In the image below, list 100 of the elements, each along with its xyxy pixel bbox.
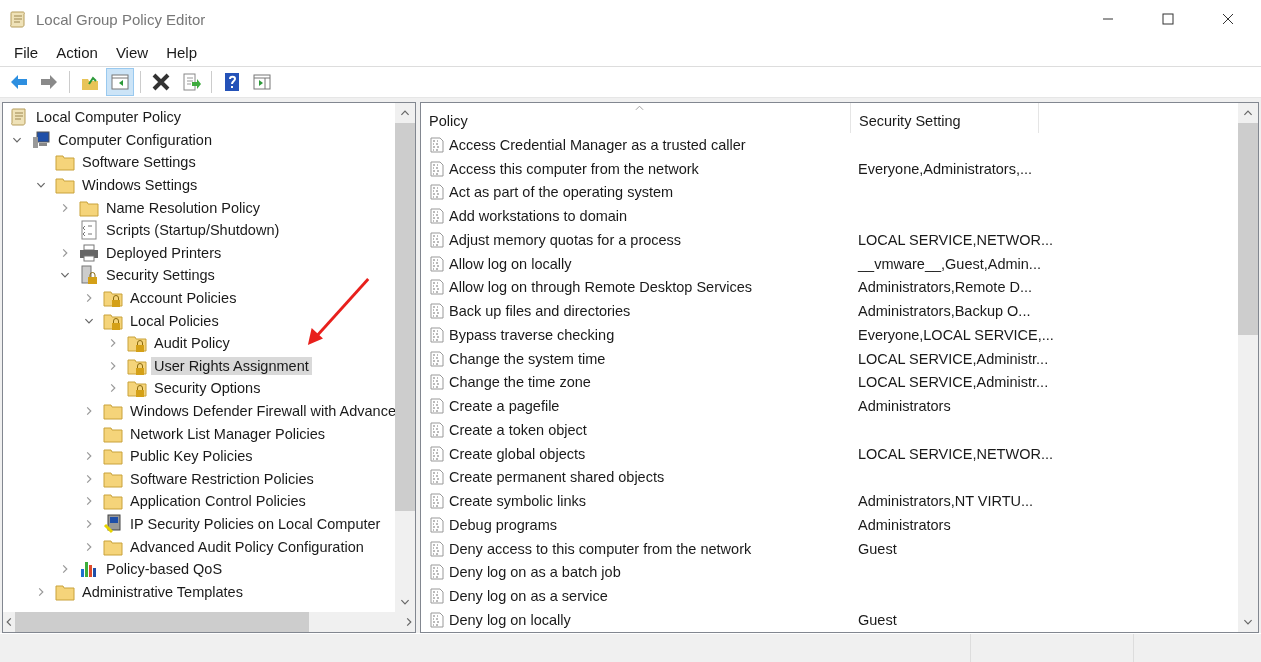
security-setting: Administrators,Backup O... (858, 303, 1031, 320)
security-setting: Guest (858, 611, 897, 628)
policy-name[interactable]: Change the time zone (449, 374, 591, 391)
menu-item[interactable]: View (106, 41, 158, 63)
tree-item[interactable]: Computer Configuration (55, 130, 215, 149)
policy-name[interactable]: Change the system time (449, 350, 606, 367)
policy-name[interactable]: Act as part of the operating system (449, 184, 674, 201)
locked-folder-icon (127, 333, 147, 354)
annotation-arrow (306, 277, 372, 347)
menu-item[interactable]: File (5, 41, 48, 63)
close-icon[interactable] (1222, 13, 1234, 25)
column-header[interactable]: Policy (421, 103, 851, 133)
policy-icon (429, 279, 445, 296)
locked-folder-icon (127, 378, 147, 399)
folder-icon (55, 175, 75, 196)
security-setting: Everyone,Administrators,... (858, 160, 1033, 177)
policy-icon (429, 540, 445, 557)
policy-icon (429, 255, 445, 272)
policy-icon (429, 564, 445, 581)
policy-icon (429, 326, 445, 343)
tree-item[interactable]: Administrative Templates (79, 582, 246, 601)
policy-name[interactable]: Deny access to this computer from the network (449, 540, 752, 557)
security-setting: LOCAL SERVICE,NETWOR... (858, 231, 1053, 248)
policy-icon (429, 350, 445, 367)
tree-item[interactable]: Application Control Policies (127, 492, 309, 511)
security-setting: Administrators,NT VIRTU... (858, 493, 1034, 510)
policy-name[interactable]: Access Credential Manager as a trusted caller (449, 136, 746, 153)
folder-icon (103, 401, 123, 421)
policy-name[interactable]: Deny log on locally (449, 611, 571, 628)
bar-chart-icon (79, 559, 99, 580)
policy-name[interactable]: Create a token object (449, 421, 587, 438)
policy-name[interactable]: Bypass traverse checking (449, 326, 615, 343)
policy-icon (429, 374, 445, 391)
menu-item[interactable]: Help (157, 41, 206, 63)
policy-name[interactable]: Create symbolic links (449, 493, 586, 510)
policy-icon (429, 160, 445, 177)
tree-item[interactable]: Security Options (151, 379, 264, 398)
tree-item[interactable]: Account Policies (127, 289, 240, 308)
tree-item[interactable]: Name Resolution Policy (103, 198, 263, 217)
policy-icon (429, 516, 445, 533)
tree-item[interactable]: Security Settings (103, 266, 218, 285)
tree-item[interactable]: Public Key Policies (127, 447, 256, 466)
policy-icon (429, 469, 445, 486)
tree-item[interactable]: Deployed Printers (103, 243, 225, 262)
policy-name[interactable]: Debug programs (449, 516, 557, 533)
folder-icon (103, 446, 123, 467)
policy-name[interactable]: Create a pagefile (449, 398, 560, 415)
tree-item[interactable]: Windows Settings (79, 176, 201, 195)
tree-item[interactable]: Audit Policy (151, 334, 233, 353)
computer-key-icon (103, 514, 123, 534)
policy-icon (429, 588, 445, 605)
scroll-icon (9, 107, 29, 128)
tree-item[interactable]: Local Computer Policy (33, 108, 185, 127)
security-setting: Guest (858, 540, 897, 557)
menu-item[interactable]: Action (47, 41, 107, 63)
tree-item[interactable]: Policy-based QoS (103, 560, 226, 579)
policy-icon (429, 231, 445, 248)
policy-name[interactable]: Create permanent shared objects (449, 469, 665, 486)
policy-icon (429, 303, 445, 320)
script-icon (79, 220, 99, 241)
policy-icon (429, 445, 445, 462)
column-header[interactable]: Security Setting (851, 103, 1039, 133)
policy-icon (429, 611, 445, 628)
horizontal-scrollbar[interactable] (3, 612, 415, 632)
security-setting: __vmware__,Guest,Admin... (858, 255, 1041, 272)
policy-name[interactable]: Add workstations to domain (449, 208, 628, 225)
computer-icon (31, 129, 51, 150)
server-lock-icon (79, 265, 99, 286)
window-title: Local Group Policy Editor (36, 10, 206, 28)
policy-name[interactable]: Adjust memory quotas for a process (449, 231, 682, 248)
policy-name[interactable]: Back up files and directories (449, 303, 631, 320)
vertical-scrollbar[interactable] (395, 103, 415, 612)
maximize-icon[interactable] (1162, 13, 1174, 25)
tree-item[interactable]: Software Restriction Policies (127, 469, 317, 488)
policy-icon (429, 421, 445, 438)
security-setting: Administrators (858, 398, 951, 415)
policy-name[interactable]: Allow log on through Remote Desktop Services (449, 279, 753, 296)
policy-icon (429, 398, 445, 415)
security-setting: LOCAL SERVICE,Administr... (858, 374, 1049, 391)
tree-item[interactable]: IP Security Policies on Local Computer (127, 515, 384, 533)
security-setting: Administrators,Remote D... (858, 279, 1033, 296)
policy-name[interactable]: Allow log on locally (449, 255, 572, 272)
locked-folder-icon (103, 288, 123, 309)
tree-item[interactable]: Advanced Audit Policy Configuration (127, 537, 367, 556)
tree-item[interactable]: Network List Manager Policies (127, 424, 329, 443)
security-setting: Administrators (858, 516, 951, 533)
policy-name[interactable]: Deny log on as a service (449, 588, 608, 605)
policy-name[interactable]: Access this computer from the network (449, 160, 699, 177)
tree-item[interactable]: Local Policies (127, 311, 222, 330)
tree-item[interactable]: Software Settings (79, 153, 199, 172)
policy-icon (429, 136, 445, 153)
tree-item[interactable]: Scripts (Startup/Shutdown) (103, 221, 283, 240)
policy-name[interactable]: Create global objects (449, 445, 586, 462)
vertical-scrollbar[interactable] (1238, 103, 1258, 632)
policy-name[interactable]: Deny log on as a batch job (449, 564, 621, 581)
policy-icon (429, 493, 445, 510)
tree-item[interactable]: User Rights Assignment (151, 356, 312, 375)
tree-item[interactable]: Windows Defender Firewall with Advance (127, 402, 395, 420)
policy-icon (429, 184, 445, 201)
folder-icon (55, 152, 75, 173)
